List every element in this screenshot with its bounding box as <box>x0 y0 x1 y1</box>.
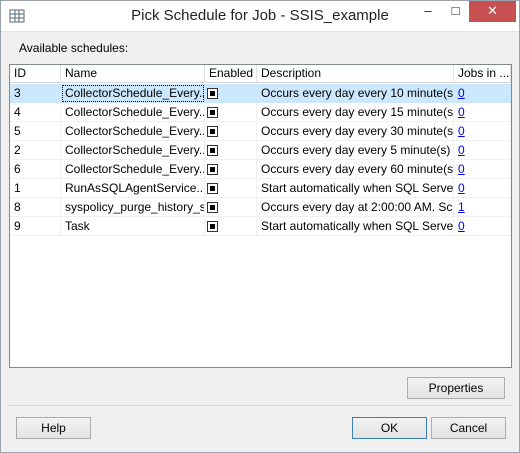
column-header-jobs[interactable]: Jobs in ... <box>454 65 511 83</box>
column-header-id[interactable]: ID <box>10 65 61 83</box>
column-header-name[interactable]: Name <box>61 65 205 83</box>
table-row[interactable]: 5 CollectorSchedule_Every... Occurs ever… <box>10 122 511 141</box>
ok-button[interactable]: OK <box>352 417 427 439</box>
cell-jobs: 0 <box>454 217 511 236</box>
jobs-link[interactable]: 1 <box>458 200 465 214</box>
cell-jobs: 0 <box>454 103 511 122</box>
pick-schedule-dialog: Pick Schedule for Job - SSIS_example – □… <box>0 0 520 453</box>
cell-name: Task <box>61 217 205 236</box>
table-row[interactable]: 9 Task Start automatically when SQL Serv… <box>10 217 511 236</box>
cancel-button[interactable]: Cancel <box>431 417 506 439</box>
cell-name: syspolicy_purge_history_s... <box>61 198 205 217</box>
table-row[interactable]: 8 syspolicy_purge_history_s... Occurs ev… <box>10 198 511 217</box>
cell-jobs: 0 <box>454 84 511 103</box>
table-row[interactable]: 3 CollectorSchedule_Every... Occurs ever… <box>10 84 511 103</box>
divider <box>9 405 512 406</box>
cell-id: 1 <box>10 179 61 198</box>
jobs-link[interactable]: 0 <box>458 162 465 176</box>
table-row[interactable]: 2 CollectorSchedule_Every... Occurs ever… <box>10 141 511 160</box>
enabled-checkbox[interactable] <box>207 107 218 118</box>
jobs-link[interactable]: 0 <box>458 219 465 233</box>
cell-description: Start automatically when SQL Server... <box>257 217 454 236</box>
jobs-link[interactable]: 0 <box>458 105 465 119</box>
cell-id: 6 <box>10 160 61 179</box>
minimize-button[interactable]: – <box>414 1 442 22</box>
cell-description: Occurs every day at 2:00:00 AM. Sc... <box>257 198 454 217</box>
cell-id: 3 <box>14 86 21 100</box>
table-row[interactable]: 6 CollectorSchedule_Every... Occurs ever… <box>10 160 511 179</box>
jobs-link[interactable]: 0 <box>458 143 465 157</box>
cell-jobs: 0 <box>454 160 511 179</box>
cell-id: 4 <box>10 103 61 122</box>
enabled-checkbox[interactable] <box>207 183 218 194</box>
close-button[interactable]: ✕ <box>469 1 516 22</box>
jobs-link[interactable]: 0 <box>458 86 465 100</box>
cell-description: Occurs every day every 60 minute(s)... <box>257 160 454 179</box>
cell-description: Start automatically when SQL Server... <box>257 179 454 198</box>
cell-id: 9 <box>10 217 61 236</box>
cell-name: CollectorSchedule_Every... <box>61 160 205 179</box>
grid-header: ID Name Enabled Description Jobs in ... <box>10 65 511 83</box>
table-row[interactable]: 4 CollectorSchedule_Every... Occurs ever… <box>10 103 511 122</box>
column-header-enabled[interactable]: Enabled <box>205 65 257 83</box>
title-bar[interactable]: Pick Schedule for Job - SSIS_example – □… <box>1 1 519 32</box>
help-button[interactable]: Help <box>16 417 91 439</box>
cell-jobs: 1 <box>454 198 511 217</box>
enabled-checkbox[interactable] <box>207 221 218 232</box>
schedules-grid: ID Name Enabled Description Jobs in ... … <box>9 64 512 368</box>
jobs-link[interactable]: 0 <box>458 181 465 195</box>
enabled-checkbox[interactable] <box>207 202 218 213</box>
properties-button[interactable]: Properties <box>407 377 505 399</box>
available-schedules-label: Available schedules: <box>19 41 129 55</box>
enabled-checkbox[interactable] <box>207 164 218 175</box>
enabled-checkbox[interactable] <box>207 145 218 156</box>
cell-id: 5 <box>10 122 61 141</box>
cell-id: 8 <box>10 198 61 217</box>
cell-name: CollectorSchedule_Every... <box>61 103 205 122</box>
cell-name: CollectorSchedule_Every... <box>61 122 205 141</box>
maximize-button[interactable]: □ <box>442 1 469 22</box>
table-row[interactable]: 1 RunAsSQLAgentService... Start automati… <box>10 179 511 198</box>
cell-jobs: 0 <box>454 179 511 198</box>
cell-name: CollectorSchedule_Every... <box>61 141 205 160</box>
jobs-link[interactable]: 0 <box>458 124 465 138</box>
enabled-checkbox[interactable] <box>207 126 218 137</box>
column-header-description[interactable]: Description <box>257 65 454 83</box>
cell-name: RunAsSQLAgentService... <box>61 179 205 198</box>
enabled-checkbox[interactable] <box>207 88 218 99</box>
cell-description: Occurs every day every 30 minute(s)... <box>257 122 454 141</box>
cell-id: 2 <box>10 141 61 160</box>
cell-name: CollectorSchedule_Every... <box>61 84 205 103</box>
cell-jobs: 0 <box>454 141 511 160</box>
cell-description: Occurs every day every 15 minute(s)... <box>257 103 454 122</box>
cell-description: Occurs every day every 5 minute(s) ... <box>257 141 454 160</box>
cell-jobs: 0 <box>454 122 511 141</box>
cell-description: Occurs every day every 10 minute(s)... <box>261 86 454 100</box>
